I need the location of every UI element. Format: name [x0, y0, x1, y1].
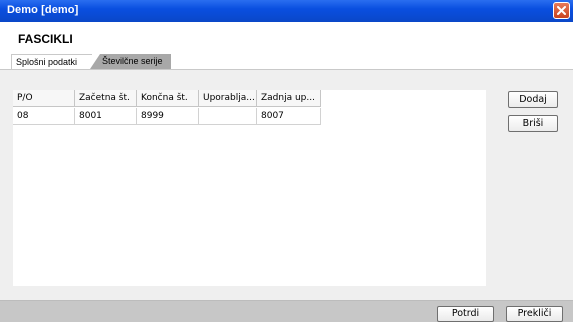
tab-label: Splošni podatki — [16, 57, 78, 67]
column-header-user[interactable]: Uporablja... — [199, 90, 257, 107]
page-title: FASCIKLI — [18, 32, 73, 46]
cell-end-number[interactable]: 8999 — [137, 108, 199, 125]
tab-general-data[interactable]: Splošni podatki — [11, 54, 92, 70]
confirm-button[interactable]: Potrdi — [437, 306, 494, 322]
delete-button[interactable]: Briši — [508, 115, 558, 132]
tab-number-series[interactable]: Številčne serije — [90, 54, 171, 69]
tab-label: Številčne serije — [102, 56, 163, 66]
column-header-po[interactable]: P/O — [13, 90, 75, 107]
cell-start-number[interactable]: 8001 — [75, 108, 137, 125]
series-grid: P/O Začetna št. Končna št. Uporablja... … — [13, 90, 486, 286]
column-header-start-number[interactable]: Začetna št. — [75, 90, 137, 107]
window-title: Demo [demo] — [7, 4, 79, 16]
application-window: Demo [demo] FASCIKLI Splošni podatki Šte… — [0, 0, 573, 322]
cell-user[interactable] — [199, 108, 257, 125]
add-button[interactable]: Dodaj — [508, 91, 558, 108]
cancel-button[interactable]: Prekliči — [506, 306, 563, 322]
column-header-end-number[interactable]: Končna št. — [137, 90, 199, 107]
title-bar[interactable]: Demo [demo] — [0, 0, 573, 22]
close-icon — [557, 6, 566, 15]
tab-divider — [0, 69, 573, 70]
column-header-last-used[interactable]: Zadnja up... — [257, 90, 321, 107]
cell-po[interactable]: 08 — [13, 108, 75, 125]
close-button[interactable] — [553, 2, 570, 19]
cell-last-used[interactable]: 8007 — [257, 108, 321, 125]
